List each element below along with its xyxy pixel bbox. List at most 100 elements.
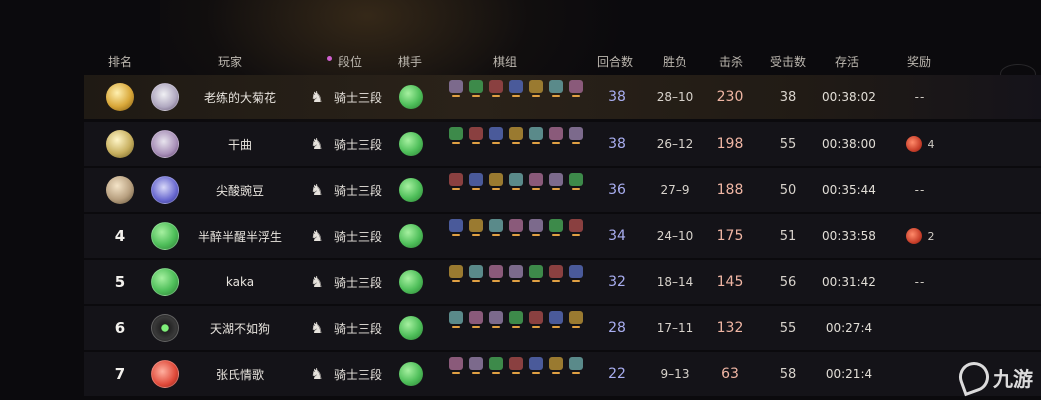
table-row[interactable]: 6 天湖不如狗 ♞ 骑士三段 28 17–11 132 55 00:27:4 [0, 306, 1041, 350]
chess-piece-icon[interactable] [509, 265, 523, 282]
chess-piece-icon[interactable] [489, 357, 503, 374]
chess-piece-icon[interactable] [529, 80, 543, 97]
chess-piece-icon[interactable] [469, 80, 483, 97]
chess-player-avatar-icon[interactable] [399, 178, 423, 202]
chess-piece-icon[interactable] [569, 265, 583, 282]
reward-cell: -- [890, 168, 950, 212]
rank-number: 6 [114, 319, 126, 337]
table-row[interactable]: 干曲 ♞ 骑士三段 38 26–12 198 55 00:38:00 4 [0, 122, 1041, 166]
chess-piece-icon[interactable] [529, 357, 543, 374]
chess-piece-icon[interactable] [509, 219, 523, 236]
chess-player-avatar-icon[interactable] [399, 362, 423, 386]
player-name[interactable]: 天湖不如狗 [190, 306, 290, 350]
chess-piece-icon[interactable] [449, 80, 463, 97]
chess-piece-icon[interactable] [569, 173, 583, 190]
player-name[interactable]: 尖酸豌豆 [190, 168, 290, 212]
purple-monster-avatar[interactable] [151, 130, 179, 158]
player-name[interactable]: kaka [190, 260, 290, 304]
chess-piece-icon[interactable] [529, 127, 543, 144]
player-name[interactable]: 半醉半醒半浮生 [190, 214, 290, 258]
table-row[interactable]: 5 kaka ♞ 骑士三段 32 18–14 145 56 00:31:42 -- [0, 260, 1041, 304]
chess-piece-icon[interactable] [529, 173, 543, 190]
chess-piece-icon[interactable] [469, 173, 483, 190]
reward-icon[interactable] [905, 136, 922, 152]
watermark-logo-icon [954, 357, 994, 397]
blue-monster-avatar[interactable] [151, 176, 179, 204]
chess-piece-icon[interactable] [449, 311, 463, 328]
chess-piece-icon[interactable] [549, 173, 563, 190]
knight-tier-icon: ♞ [310, 365, 324, 383]
chess-piece-icon[interactable] [509, 80, 523, 97]
table-row[interactable]: 4 半醉半醒半浮生 ♞ 骑士三段 34 24–10 175 51 00:33:58 2 [0, 214, 1041, 258]
white-monster-avatar[interactable] [151, 83, 179, 111]
red-bird-avatar[interactable] [151, 360, 179, 388]
chess-piece-icon[interactable] [509, 173, 523, 190]
player-name[interactable]: 老练的大菊花 [190, 75, 290, 119]
player-name[interactable]: 干曲 [190, 122, 290, 166]
chess-piece-icon[interactable] [549, 219, 563, 236]
chess-piece-icon[interactable] [509, 127, 523, 144]
chess-piece-icon[interactable] [529, 265, 543, 282]
chess-piece-icon[interactable] [449, 357, 463, 374]
chess-piece-icon[interactable] [569, 357, 583, 374]
rounds-value: 34 [608, 228, 626, 244]
knight-tier-icon: ♞ [310, 181, 324, 199]
chess-piece-icon[interactable] [469, 127, 483, 144]
player-name[interactable]: 张氏情歌 [190, 352, 290, 396]
dark-orb-avatar[interactable] [151, 314, 179, 342]
avatar-cell [150, 352, 180, 396]
chess-player-avatar-icon[interactable] [399, 270, 423, 294]
chess-piece-icon[interactable] [569, 127, 583, 144]
chess-piece-icon[interactable] [529, 311, 543, 328]
chess-piece-icon[interactable] [549, 311, 563, 328]
chess-piece-icon[interactable] [469, 219, 483, 236]
chess-piece-icon[interactable] [449, 173, 463, 190]
chess-piece-icon[interactable] [549, 265, 563, 282]
table-row[interactable]: 尖酸豌豆 ♞ 骑士三段 36 27–9 188 50 00:35:44 -- [0, 168, 1041, 212]
chess-player-avatar-icon[interactable] [399, 85, 423, 109]
chess-piece-icon[interactable] [569, 219, 583, 236]
chess-piece-icon[interactable] [489, 80, 503, 97]
reward-icon[interactable] [905, 228, 922, 244]
chess-piece-icon[interactable] [469, 357, 483, 374]
tier-label: 骑士三段 [333, 321, 382, 336]
green-ball-avatar[interactable] [151, 222, 179, 250]
reward-cell: -- [890, 75, 950, 119]
chess-piece-icon[interactable] [549, 80, 563, 97]
chess-piece-icon[interactable] [489, 265, 503, 282]
reward-cell [890, 306, 950, 350]
chess-piece-icon[interactable] [509, 357, 523, 374]
chess-piece-icon[interactable] [469, 311, 483, 328]
chess-piece-icon[interactable] [469, 265, 483, 282]
chess-piece-icon[interactable] [549, 357, 563, 374]
chess-piece-icon[interactable] [449, 219, 463, 236]
chess-piece-icon[interactable] [549, 127, 563, 144]
chess-player-avatar-icon[interactable] [399, 224, 423, 248]
chess-player-avatar-icon[interactable] [399, 132, 423, 156]
watermark: 九游 [954, 357, 1033, 397]
chess-player-avatar-icon[interactable] [399, 316, 423, 340]
header-reward: 奖励 [906, 54, 931, 69]
rank-cell [100, 122, 140, 166]
green-ball-avatar[interactable] [151, 268, 179, 296]
win-loss-value: 24–10 [656, 229, 694, 243]
chess-piece-icon[interactable] [489, 127, 503, 144]
chess-piece-icon[interactable] [569, 80, 583, 97]
chess-piece-icon[interactable] [529, 219, 543, 236]
header-lineup: 棋组 [492, 54, 517, 69]
table-row[interactable]: 老练的大菊花 ♞ 骑士三段 38 28–10 230 38 00:38:02 -- [0, 75, 1041, 119]
chess-piece-icon[interactable] [489, 311, 503, 328]
table-row[interactable]: 7 张氏情歌 ♞ 骑士三段 22 9–13 63 58 00:21:4 [0, 352, 1041, 396]
chess-piece-icon[interactable] [489, 173, 503, 190]
chess-piece-icon[interactable] [569, 311, 583, 328]
chess-piece-icon[interactable] [489, 219, 503, 236]
chess-piece-icon[interactable] [509, 311, 523, 328]
reward-count: 4 [927, 137, 935, 151]
damage-taken-value: 50 [779, 182, 797, 198]
chess-piece-icon[interactable] [449, 265, 463, 282]
reward-empty: -- [914, 90, 926, 104]
gold-medal-icon [106, 83, 134, 111]
chess-piece-icon[interactable] [449, 127, 463, 144]
rank-number: 5 [114, 273, 126, 291]
rounds-value: 28 [608, 320, 626, 336]
